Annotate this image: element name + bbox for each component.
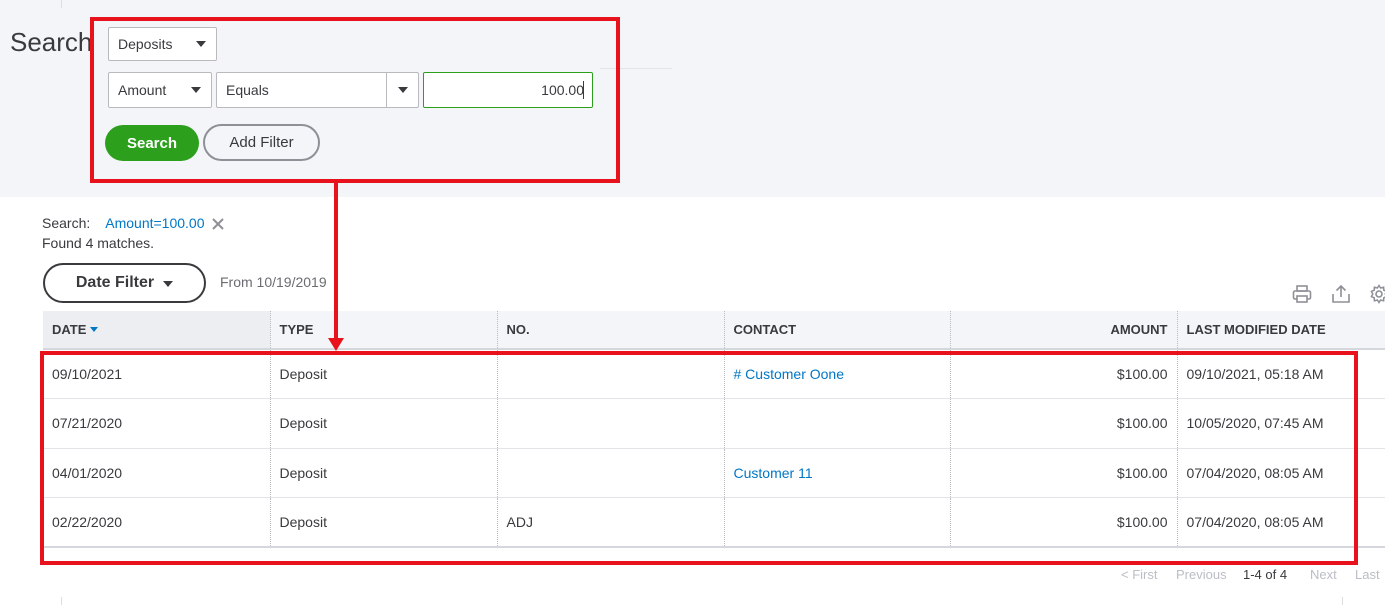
- column-header-date[interactable]: DATE: [43, 311, 271, 350]
- column-header-label: DATE: [52, 322, 87, 337]
- search-page: Search Deposits Amount Equals Search Add…: [0, 0, 1385, 605]
- sort-descending-icon: [90, 327, 99, 332]
- export-icon[interactable]: [1330, 283, 1352, 305]
- pagination-previous[interactable]: Previous: [1176, 567, 1227, 582]
- print-icon[interactable]: [1291, 283, 1313, 305]
- search-summary: Search: Amount=100.00: [42, 215, 225, 231]
- column-header-amount[interactable]: AMOUNT: [950, 311, 1178, 350]
- column-header-contact[interactable]: CONTACT: [724, 311, 951, 350]
- pagination-range: 1-4 of 4: [1243, 567, 1288, 582]
- settings-icon[interactable]: [1368, 283, 1385, 305]
- match-count: Found 4 matches.: [42, 235, 155, 251]
- page-border-left-bottom: [61, 597, 62, 605]
- close-icon[interactable]: [211, 217, 225, 231]
- page-title: Search: [10, 27, 93, 57]
- page-border-right-bottom: [1342, 597, 1343, 605]
- column-header-type[interactable]: TYPE: [270, 311, 498, 350]
- annotation-highlight-filters: [90, 17, 620, 183]
- page-border-left: [61, 0, 62, 8]
- annotation-highlight-results: [40, 351, 1358, 565]
- pagination-last[interactable]: Last: [1355, 567, 1380, 582]
- column-header-last-modified[interactable]: LAST MODIFIED DATE: [1177, 311, 1385, 350]
- table-header-row: DATE TYPE NO. CONTACT AMOUNT LAST MODIFI…: [43, 311, 1385, 350]
- date-range-text: From 10/19/2019: [220, 274, 327, 290]
- active-filter-chip[interactable]: Amount=100.00: [105, 215, 204, 231]
- pagination-first[interactable]: < First: [1121, 567, 1157, 582]
- annotation-arrow-line: [334, 183, 338, 340]
- annotation-arrow-head: [328, 338, 344, 351]
- column-header-number[interactable]: NO.: [497, 311, 725, 350]
- pagination-next[interactable]: Next: [1310, 567, 1337, 582]
- chevron-down-icon: [163, 281, 174, 287]
- date-filter-label: Date Filter: [75, 274, 155, 291]
- date-filter-button[interactable]: Date Filter: [43, 263, 206, 303]
- search-summary-label: Search:: [42, 215, 91, 231]
